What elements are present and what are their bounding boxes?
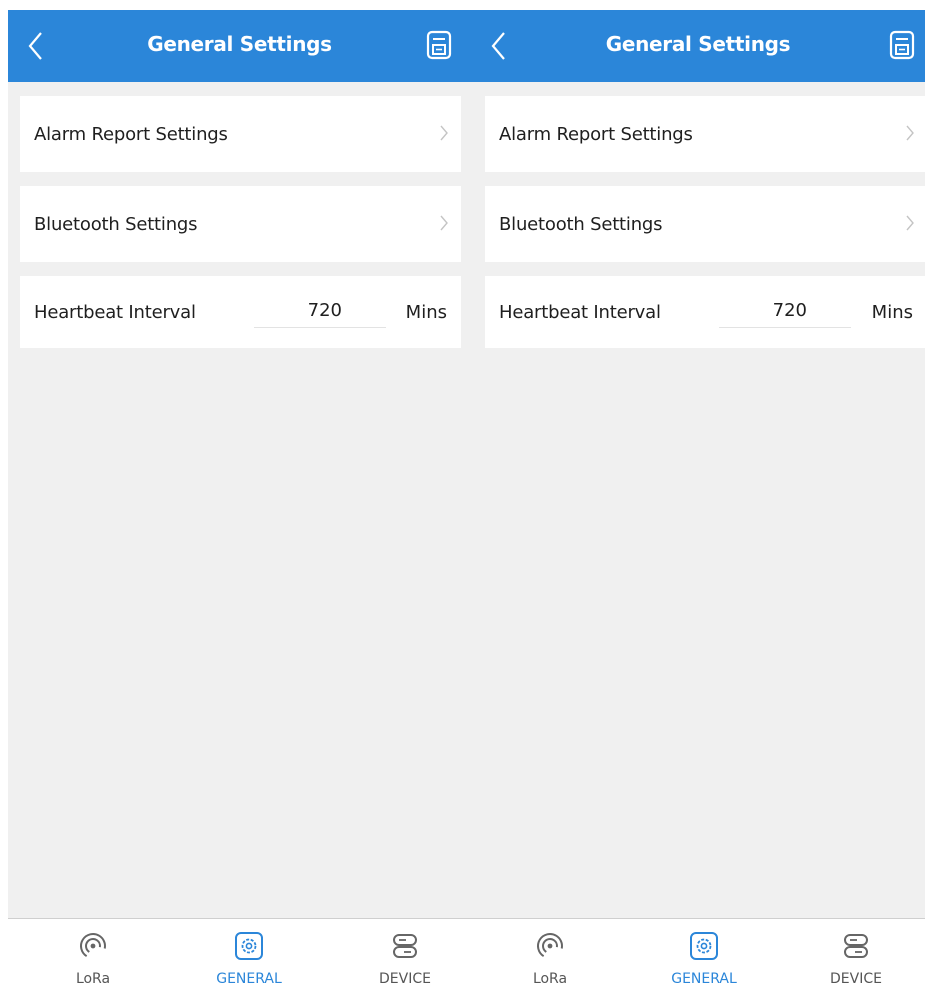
chevron-right-icon — [905, 124, 915, 142]
tab-general-label: GENERAL — [671, 971, 737, 987]
alarm-report-settings-label: Alarm Report Settings — [499, 124, 693, 145]
gear-icon — [234, 931, 264, 961]
tab-general[interactable]: GENERAL — [659, 919, 749, 988]
settings-screen-right: General Settings Alarm Report Settings B… — [471, 10, 925, 988]
tab-device[interactable]: DEVICE — [360, 919, 450, 988]
tab-general[interactable]: GENERAL — [204, 919, 294, 988]
tab-lora-label: LoRa — [75, 971, 111, 987]
chevron-right-icon — [439, 124, 449, 142]
device-icon — [841, 931, 871, 961]
gear-icon — [689, 931, 719, 961]
chevron-right-icon — [439, 214, 449, 232]
tab-lora[interactable]: LoRa — [505, 919, 595, 988]
save-icon[interactable] — [889, 30, 915, 60]
heartbeat-interval-label: Heartbeat Interval — [34, 302, 196, 323]
tab-device-label: DEVICE — [830, 971, 882, 987]
heartbeat-unit-label: Mins — [871, 302, 913, 323]
tab-device-label: DEVICE — [379, 971, 431, 987]
heartbeat-interval-row: Heartbeat Interval Mins — [485, 276, 925, 348]
app-header: General Settings — [471, 10, 925, 82]
bottom-tab-bar: LoRa GENERAL DEVICE — [471, 918, 925, 988]
bluetooth-settings-item[interactable]: Bluetooth Settings — [20, 186, 461, 262]
heartbeat-interval-input[interactable] — [719, 294, 851, 328]
bluetooth-settings-item[interactable]: Bluetooth Settings — [485, 186, 925, 262]
heartbeat-interval-label: Heartbeat Interval — [499, 302, 661, 323]
tab-lora[interactable]: LoRa — [48, 919, 138, 988]
alarm-report-settings-item[interactable]: Alarm Report Settings — [485, 96, 925, 172]
tab-lora-label: LoRa — [532, 971, 568, 987]
tab-general-label: GENERAL — [216, 971, 282, 987]
heartbeat-unit-label: Mins — [405, 302, 447, 323]
bottom-tab-bar: LoRa GENERAL DEVICE — [8, 918, 471, 988]
bluetooth-settings-label: Bluetooth Settings — [499, 214, 663, 235]
chevron-right-icon — [905, 214, 915, 232]
settings-screen-left: General Settings Alarm Report Settings B… — [8, 10, 471, 988]
tab-device[interactable]: DEVICE — [811, 919, 901, 988]
bluetooth-settings-label: Bluetooth Settings — [34, 214, 198, 235]
app-header: General Settings — [8, 10, 471, 82]
alarm-report-settings-item[interactable]: Alarm Report Settings — [20, 96, 461, 172]
device-icon — [390, 931, 420, 961]
heartbeat-interval-input[interactable] — [254, 294, 386, 328]
save-icon[interactable] — [426, 30, 452, 60]
page-title: General Settings — [605, 32, 791, 56]
lora-signal-icon — [78, 931, 108, 961]
lora-signal-icon — [535, 931, 565, 961]
heartbeat-interval-row: Heartbeat Interval Mins — [20, 276, 461, 348]
alarm-report-settings-label: Alarm Report Settings — [34, 124, 228, 145]
page-title: General Settings — [147, 32, 332, 56]
